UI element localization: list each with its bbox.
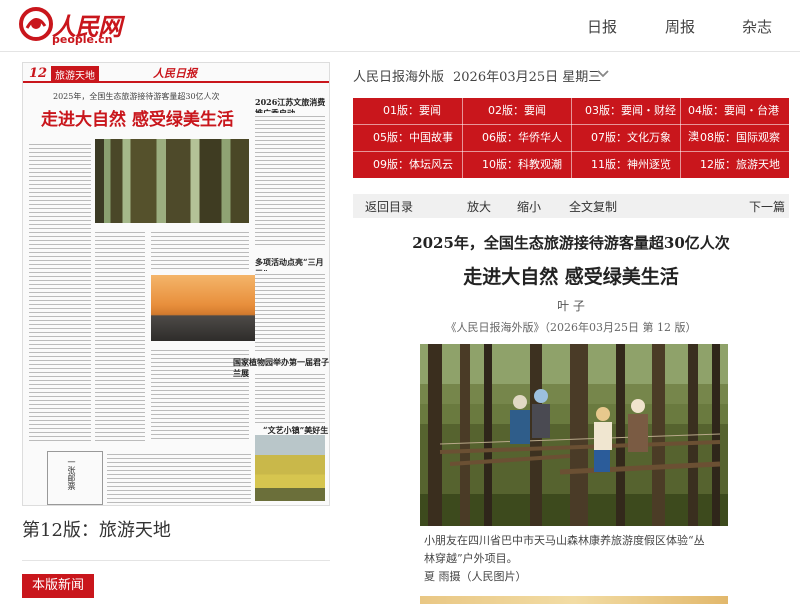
nav-weekly[interactable]: 周报 xyxy=(665,16,695,37)
page-link-02[interactable]: 02版：要闻 xyxy=(462,98,571,124)
thumbnail-forest-photo xyxy=(95,139,249,223)
thumbnail-box-text: 一张邮票 xyxy=(67,458,76,490)
page-link-01[interactable]: 01版：要闻 xyxy=(353,98,462,124)
thumbnail-kicker: 2025年，全国生态旅游接待游客量超30亿人次 xyxy=(53,92,220,101)
next-article-button[interactable]: 下一篇 xyxy=(749,198,785,215)
article-toolbar: 返回目录 放大 缩小 全文复制 下一篇 xyxy=(353,194,789,218)
chevron-down-icon[interactable] xyxy=(596,67,610,81)
page-news-button[interactable]: 本版新闻 xyxy=(22,574,94,598)
thumbnail-text-column xyxy=(95,229,145,441)
thumbnail-text-column xyxy=(255,113,325,247)
caption-line: 小朋友在四川省巴中市天马山森林康养旅游度假区体验“丛 xyxy=(424,534,705,547)
page-index-grid: 01版：要闻 02版：要闻 03版：要闻・财经 04版：要闻・台港澳 05版：中… xyxy=(353,98,789,178)
page-link-04[interactable]: 04版：要闻・台港澳 xyxy=(680,98,789,143)
page-link-08[interactable]: 08版：国际观察 xyxy=(680,125,789,151)
zoom-out-button[interactable]: 缩小 xyxy=(517,198,541,215)
article-title: 走进大自然 感受绿美生活 xyxy=(463,266,679,288)
page-link-12[interactable]: 12版：旅游天地 xyxy=(680,152,789,178)
caption-line: 林穿越”户外项目。 xyxy=(424,552,518,565)
page-label: 第12版：旅游天地 xyxy=(22,520,171,541)
article-author: 叶 子 xyxy=(557,299,585,313)
thumbnail-text-column xyxy=(151,229,249,271)
thumbnail-boxed-column: 一张邮票 xyxy=(47,451,103,505)
thumbnail-brand: 人民日报 xyxy=(153,67,197,80)
article-source: 《人民日报海外版》（2026年03月25日 第 12 版） xyxy=(445,321,697,334)
nav-daily[interactable]: 日报 xyxy=(587,16,617,37)
page-link-06[interactable]: 06版：华侨华人 xyxy=(462,125,571,151)
page-link-03[interactable]: 03版：要闻・财经 xyxy=(571,98,680,124)
thumbnail-text-column xyxy=(255,371,325,423)
page-link-05[interactable]: 05版：中国故事 xyxy=(353,125,462,151)
thumbnail-section-tag: 旅游天地 xyxy=(51,66,99,83)
nav-magazine[interactable]: 杂志 xyxy=(742,16,772,37)
logo-emblem-icon xyxy=(19,7,53,41)
page-link-09[interactable]: 09版：体坛风云 xyxy=(353,152,462,178)
copy-full-text-button[interactable]: 全文复制 xyxy=(569,198,617,215)
back-to-index-button[interactable]: 返回目录 xyxy=(365,198,413,215)
page-link-07[interactable]: 07版：文化万象 xyxy=(571,125,680,151)
next-photo-preview xyxy=(420,596,728,604)
thumbnail-birds-photo xyxy=(151,275,255,341)
logo-subtext: people.cn xyxy=(52,33,113,46)
site-logo[interactable]: 人民网 people.cn xyxy=(18,6,128,46)
caption-credit: 夏 雨摄（人民图片） xyxy=(424,570,527,583)
page-link-11[interactable]: 11版：神州逐览 xyxy=(571,152,680,178)
newspaper-page-thumbnail[interactable]: 12 旅游天地 人民日报 2025年，全国生态旅游接待游客量超30亿人次 走进大… xyxy=(22,62,330,506)
edition-date[interactable]: 2026年03月25日 星期三 xyxy=(453,66,601,85)
thumbnail-flower-field-photo xyxy=(255,435,325,501)
thumbnail-page-header: 12 旅游天地 人民日报 xyxy=(23,63,329,83)
thumbnail-page-number: 12 xyxy=(29,66,48,81)
thumbnail-headline: 走进大自然 感受绿美生活 xyxy=(41,110,234,130)
site-header: 人民网 people.cn 日报 周报 杂志 xyxy=(0,0,800,52)
article-kicker: 2025年，全国生态旅游接待游客量超30亿人次 xyxy=(412,234,730,252)
thumbnail-text-column xyxy=(255,271,325,351)
edition-name: 人民日报海外版 xyxy=(353,70,445,85)
divider xyxy=(22,560,330,561)
article-photo xyxy=(420,344,728,526)
page-link-10[interactable]: 10版：科教观潮 xyxy=(462,152,571,178)
thumbnail-text-column xyxy=(107,451,251,503)
photo-caption: 小朋友在四川省巴中市天马山森林康养旅游度假区体验“丛 林穿越”户外项目。 夏 雨… xyxy=(424,532,754,586)
thumbnail-text-column xyxy=(29,141,91,441)
zoom-in-button[interactable]: 放大 xyxy=(467,198,491,215)
